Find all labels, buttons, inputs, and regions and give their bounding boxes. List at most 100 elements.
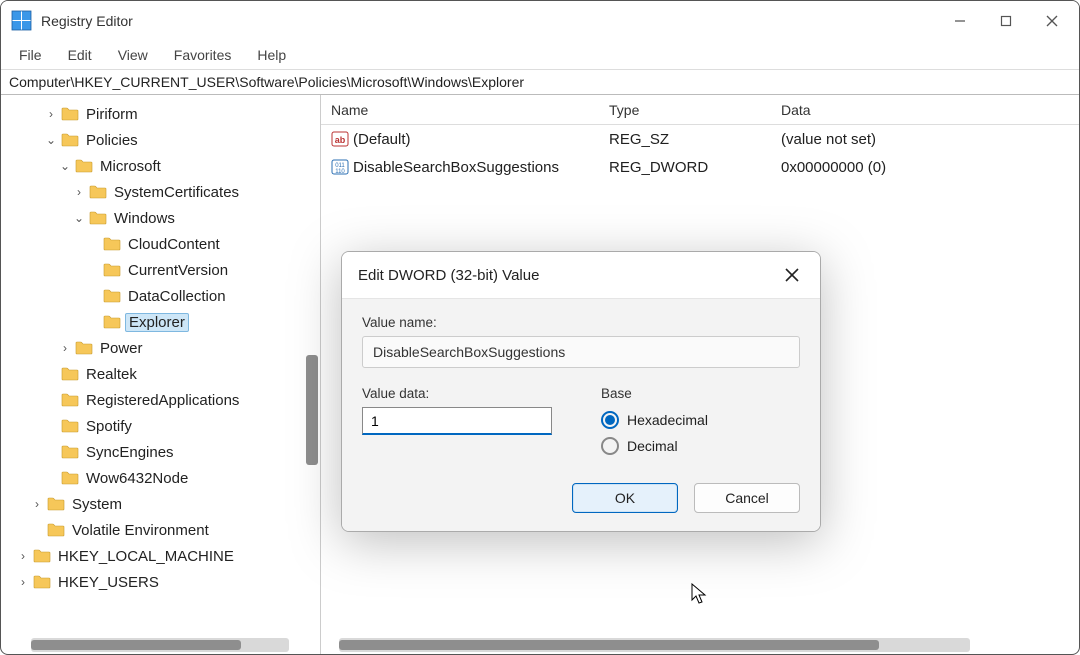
titlebar: Registry Editor: [1, 1, 1079, 41]
window-title: Registry Editor: [41, 13, 937, 29]
chevron-down-icon[interactable]: ⌄: [57, 159, 73, 173]
radio-hexadecimal[interactable]: Hexadecimal: [601, 407, 800, 433]
folder-icon: [61, 419, 79, 433]
menu-file[interactable]: File: [7, 43, 54, 67]
tree-item-label: SystemCertificates: [114, 184, 239, 201]
folder-icon: [47, 523, 65, 537]
radio-decimal[interactable]: Decimal: [601, 433, 800, 459]
column-header-data[interactable]: Data: [771, 102, 1079, 118]
tree-item[interactable]: › System: [1, 491, 320, 517]
list-row[interactable]: 011110DisableSearchBoxSuggestionsREG_DWO…: [321, 153, 1079, 181]
value-data-label: Value data:: [362, 386, 561, 401]
chevron-right-icon[interactable]: ›: [71, 185, 87, 199]
chevron-down-icon[interactable]: ⌄: [43, 133, 59, 147]
tree-item-label: HKEY_USERS: [58, 574, 159, 591]
value-data: (value not set): [781, 131, 876, 148]
menu-help[interactable]: Help: [245, 43, 298, 67]
folder-icon: [61, 367, 79, 381]
dialog-close-button[interactable]: [780, 263, 804, 287]
address-bar[interactable]: Computer\HKEY_CURRENT_USER\Software\Poli…: [1, 69, 1079, 95]
tree-item[interactable]: SyncEngines: [1, 439, 320, 465]
chevron-right-icon[interactable]: ›: [15, 575, 31, 589]
registry-editor-window: Registry Editor File Edit View Favorites…: [0, 0, 1080, 655]
folder-icon: [61, 133, 79, 147]
tree-item-label: CloudContent: [128, 236, 220, 253]
menu-edit[interactable]: Edit: [56, 43, 104, 67]
tree-item[interactable]: › SystemCertificates: [1, 179, 320, 205]
tree-item-label: Spotify: [86, 418, 132, 435]
tree-item-label: System: [72, 496, 122, 513]
tree-item-label: Piriform: [86, 106, 138, 123]
tree-item-label: Microsoft: [100, 158, 161, 175]
chevron-right-icon[interactable]: ›: [57, 341, 73, 355]
value-data: 0x00000000 (0): [781, 159, 886, 176]
value-name-field[interactable]: DisableSearchBoxSuggestions: [362, 336, 800, 368]
column-header-name[interactable]: Name: [321, 102, 599, 118]
tree-vertical-scrollbar[interactable]: [306, 355, 318, 465]
value-name-label: Value name:: [362, 315, 800, 330]
tree-item[interactable]: Realtek: [1, 361, 320, 387]
maximize-button[interactable]: [983, 6, 1029, 36]
svg-text:110: 110: [335, 169, 345, 175]
folder-icon: [33, 575, 51, 589]
app-icon: [11, 10, 33, 32]
tree-item[interactable]: › Power: [1, 335, 320, 361]
folder-icon: [89, 185, 107, 199]
folder-icon: [103, 263, 121, 277]
folder-icon: [103, 237, 121, 251]
tree-item-label: Windows: [114, 210, 175, 227]
svg-text:ab: ab: [335, 135, 346, 145]
tree-item[interactable]: CloudContent: [1, 231, 320, 257]
tree-item-label: Power: [100, 340, 143, 357]
tree-item-label: DataCollection: [128, 288, 226, 305]
menu-favorites[interactable]: Favorites: [162, 43, 244, 67]
tree-item[interactable]: › Piriform: [1, 101, 320, 127]
tree-item[interactable]: ⌄ Policies: [1, 127, 320, 153]
tree-item[interactable]: ⌄ Windows: [1, 205, 320, 231]
minimize-button[interactable]: [937, 6, 983, 36]
tree-horizontal-scrollbar[interactable]: [31, 638, 289, 652]
list-row[interactable]: ab(Default)REG_SZ(value not set): [321, 125, 1079, 153]
registry-tree: › Piriform ⌄ Policies ⌄ Microsoft › SystemCerti…: [1, 101, 320, 595]
tree-item[interactable]: Volatile Environment: [1, 517, 320, 543]
folder-icon: [89, 211, 107, 225]
close-button[interactable]: [1029, 6, 1075, 36]
base-label: Base: [601, 386, 800, 401]
tree-item[interactable]: Explorer: [1, 309, 320, 335]
tree-item[interactable]: › HKEY_USERS: [1, 569, 320, 595]
tree-item-label: Wow6432Node: [86, 470, 188, 487]
tree-item-label: Volatile Environment: [72, 522, 209, 539]
tree-item[interactable]: RegisteredApplications: [1, 387, 320, 413]
column-header-type[interactable]: Type: [599, 102, 771, 118]
value-type: REG_SZ: [609, 131, 669, 148]
chevron-down-icon[interactable]: ⌄: [71, 211, 87, 225]
chevron-right-icon[interactable]: ›: [43, 107, 59, 121]
chevron-right-icon[interactable]: ›: [15, 549, 31, 563]
tree-item[interactable]: › HKEY_LOCAL_MACHINE: [1, 543, 320, 569]
tree-item-label: HKEY_LOCAL_MACHINE: [58, 548, 234, 565]
ok-button[interactable]: OK: [572, 483, 678, 513]
radio-icon: [601, 411, 619, 429]
tree-item-label: Policies: [86, 132, 138, 149]
tree-item[interactable]: CurrentVersion: [1, 257, 320, 283]
list-header: Name Type Data: [321, 95, 1079, 125]
folder-icon: [61, 393, 79, 407]
value-data-input[interactable]: [362, 407, 552, 435]
tree-item[interactable]: ⌄ Microsoft: [1, 153, 320, 179]
cancel-button[interactable]: Cancel: [694, 483, 800, 513]
folder-icon: [61, 445, 79, 459]
folder-icon: [61, 471, 79, 485]
tree-item[interactable]: Spotify: [1, 413, 320, 439]
window-controls: [937, 6, 1075, 36]
tree-pane[interactable]: › Piriform ⌄ Policies ⌄ Microsoft › SystemCerti…: [1, 95, 321, 654]
chevron-right-icon[interactable]: ›: [29, 497, 45, 511]
folder-icon: [61, 107, 79, 121]
value-name: DisableSearchBoxSuggestions: [353, 159, 559, 176]
tree-item[interactable]: Wow6432Node: [1, 465, 320, 491]
value-type: REG_DWORD: [609, 159, 708, 176]
menu-view[interactable]: View: [106, 43, 160, 67]
list-horizontal-scrollbar[interactable]: [339, 638, 970, 652]
folder-icon: [103, 289, 121, 303]
dialog-title-text: Edit DWORD (32-bit) Value: [358, 267, 539, 284]
tree-item[interactable]: DataCollection: [1, 283, 320, 309]
